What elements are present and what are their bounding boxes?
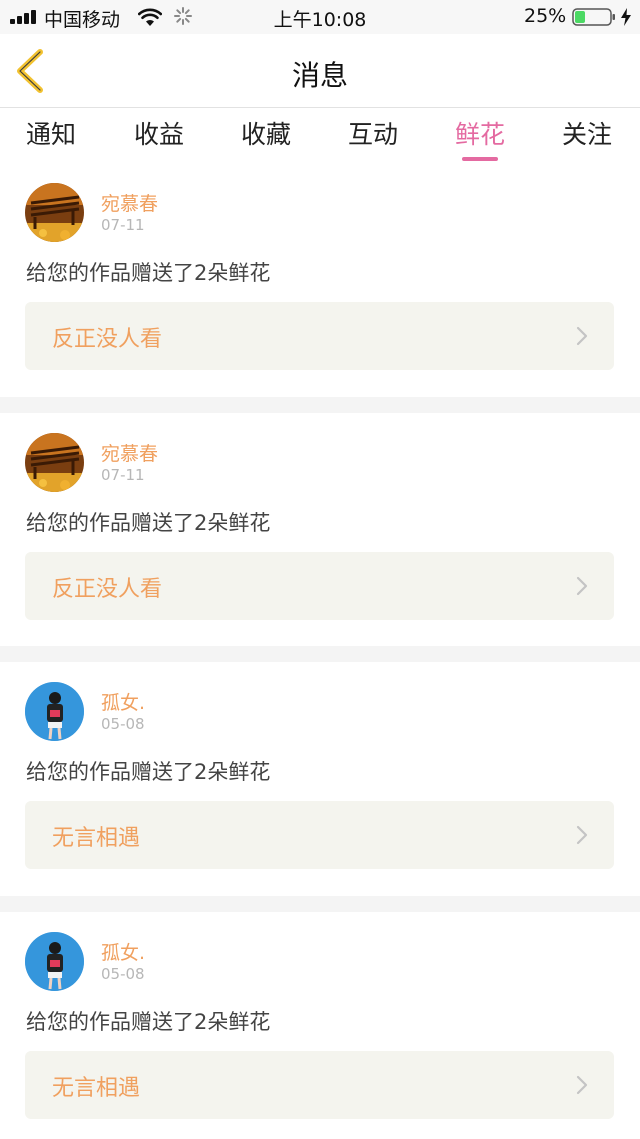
tab-label: 收益 — [133, 120, 184, 149]
tab-bar: 通知 收益 收藏 互动 鲜花 关注 — [0, 109, 640, 163]
work-link[interactable]: 无言相遇 — [25, 801, 614, 869]
work-title: 无言相遇 — [52, 1076, 141, 1101]
status-bar: 中国移动 上午10:08 25% — [0, 0, 640, 34]
tab-label: 收藏 — [240, 120, 291, 149]
page-title: 消息 — [291, 59, 348, 92]
work-link[interactable]: 反正没人看 — [25, 552, 614, 620]
message-date: 05-08 — [101, 965, 145, 983]
charging-bolt-icon — [621, 8, 631, 26]
message-date: 05-08 — [101, 715, 145, 733]
message-card: 孤女. 05-08 给您的作品赠送了2朵鲜花 无言相遇 — [0, 912, 640, 1139]
divider — [0, 896, 640, 912]
avatar[interactable] — [25, 433, 84, 492]
message-card: 宛慕春 07-11 给您的作品赠送了2朵鲜花 反正没人看 — [0, 413, 640, 647]
message-date: 07-11 — [101, 466, 145, 484]
divider — [0, 397, 640, 413]
work-title: 反正没人看 — [52, 327, 163, 352]
chevron-right-icon — [576, 825, 588, 845]
tab-label: 鲜花 — [454, 120, 505, 149]
work-link[interactable]: 反正没人看 — [25, 302, 614, 370]
tab-flowers[interactable]: 鲜花 — [440, 115, 520, 161]
avatar[interactable] — [25, 682, 84, 741]
user-name[interactable]: 孤女. — [101, 938, 145, 965]
message-card: 宛慕春 07-11 给您的作品赠送了2朵鲜花 反正没人看 — [0, 163, 640, 397]
active-tab-indicator — [462, 157, 498, 161]
tab-label: 关注 — [561, 120, 612, 149]
tab-notifications[interactable]: 通知 — [11, 115, 91, 151]
user-name[interactable]: 宛慕春 — [101, 189, 158, 216]
chevron-right-icon — [576, 1075, 588, 1095]
tab-label: 互动 — [347, 120, 398, 149]
work-link[interactable]: 无言相遇 — [25, 1051, 614, 1119]
user-name[interactable]: 孤女. — [101, 688, 145, 715]
battery-icon — [572, 8, 615, 26]
message-date: 07-11 — [101, 216, 145, 234]
nav-bar: 消息 — [0, 34, 640, 108]
message-text: 给您的作品赠送了2朵鲜花 — [26, 1010, 271, 1034]
message-card: 孤女. 05-08 给您的作品赠送了2朵鲜花 无言相遇 — [0, 662, 640, 896]
tab-earnings[interactable]: 收益 — [119, 115, 199, 151]
avatar[interactable] — [25, 932, 84, 991]
work-title: 反正没人看 — [52, 577, 163, 602]
message-text: 给您的作品赠送了2朵鲜花 — [26, 760, 271, 784]
user-name[interactable]: 宛慕春 — [101, 439, 158, 466]
tab-favorites[interactable]: 收藏 — [226, 115, 306, 151]
divider — [0, 646, 640, 662]
message-text: 给您的作品赠送了2朵鲜花 — [26, 261, 271, 285]
chevron-right-icon — [576, 326, 588, 346]
message-text: 给您的作品赠送了2朵鲜花 — [26, 511, 271, 535]
work-title: 无言相遇 — [52, 826, 141, 851]
tab-label: 通知 — [25, 120, 76, 149]
battery-percent: 25% — [524, 5, 567, 27]
chevron-right-icon — [576, 576, 588, 596]
tab-following[interactable]: 关注 — [547, 115, 627, 151]
avatar[interactable] — [25, 183, 84, 242]
tab-interactions[interactable]: 互动 — [333, 115, 413, 151]
